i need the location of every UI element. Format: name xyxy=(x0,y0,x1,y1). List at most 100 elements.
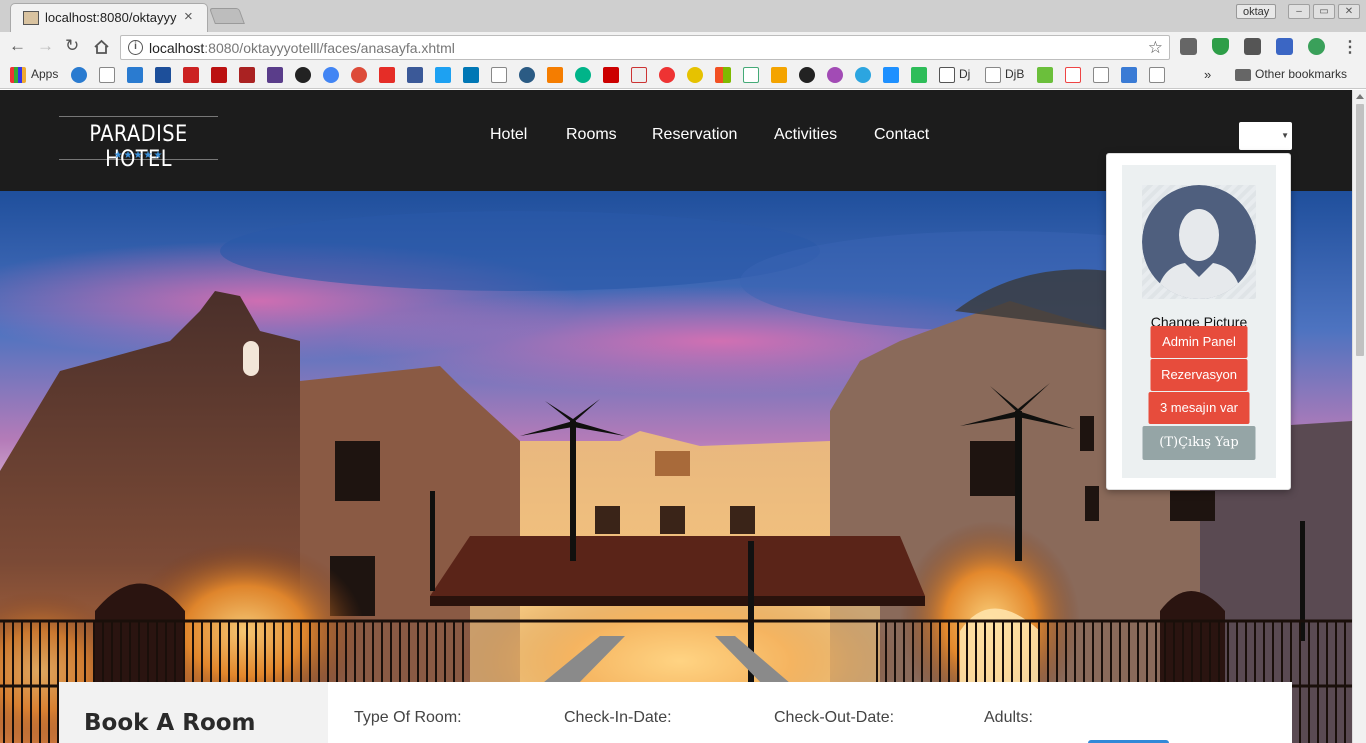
bookmark-17-icon[interactable] xyxy=(883,67,899,83)
bookmark-5-icon[interactable] xyxy=(183,67,199,83)
bookmark-star-icon[interactable]: ☆ xyxy=(1148,38,1163,58)
nav-contact[interactable]: Contact xyxy=(874,126,929,144)
bookmark-6-icon[interactable] xyxy=(211,67,227,83)
bookmark-13-icon[interactable] xyxy=(659,67,675,83)
tab-close-icon[interactable]: × xyxy=(184,8,193,25)
window-close-icon[interactable]: ✕ xyxy=(1338,4,1360,19)
back-icon[interactable]: ← xyxy=(9,36,26,56)
user-dropdown-menu: Change Picture Admin Panel Rezervasyon 3… xyxy=(1106,153,1291,490)
site-info-icon[interactable]: i xyxy=(128,40,143,55)
bookmark-youtube-icon[interactable] xyxy=(379,67,395,83)
forward-icon[interactable]: → xyxy=(37,36,54,56)
logo-text: PARADISE HOTEL xyxy=(89,122,188,172)
bookmark-github-icon[interactable] xyxy=(799,67,815,83)
url-path: :8080/oktayyyotelll/faces/anasayfa.xhtml xyxy=(204,40,455,56)
bookmark-vine-icon[interactable] xyxy=(575,67,591,83)
reservation-button[interactable]: Rezervasyon xyxy=(1150,359,1248,391)
browser-tab[interactable]: localhost:8080/oktayyy × xyxy=(10,3,208,32)
nav-activities[interactable]: Activities xyxy=(774,126,837,144)
bookmark-facebook-icon[interactable] xyxy=(407,67,423,83)
room-type-label: Type Of Room: xyxy=(354,709,462,726)
bookmark-blogger-icon[interactable] xyxy=(547,67,563,83)
bookmark-page-3-icon[interactable] xyxy=(1093,67,1109,83)
avatar-placeholder-icon[interactable] xyxy=(1142,185,1256,299)
minimize-icon[interactable]: – xyxy=(1288,4,1310,19)
url-host: localhost xyxy=(149,40,205,56)
logout-button[interactable]: (T)Çıkış Yap xyxy=(1142,426,1256,460)
bookmark-pma-icon[interactable] xyxy=(771,67,787,83)
bookmark-linkedin-icon[interactable] xyxy=(463,67,479,83)
bookmark-18-icon[interactable] xyxy=(911,67,927,83)
user-card: Change Picture Admin Panel Rezervasyon 3… xyxy=(1122,165,1276,478)
bookmark-page-2-icon[interactable] xyxy=(985,67,1001,83)
user-menu-toggle[interactable]: Oktay ▼ xyxy=(1239,122,1292,150)
bookmark-2-icon[interactable] xyxy=(99,67,115,83)
bookmark-3-icon[interactable] xyxy=(127,67,143,83)
nav-hotel[interactable]: Hotel xyxy=(490,126,527,144)
extension-jb-icon[interactable] xyxy=(1180,38,1197,55)
bookmark-code-icon[interactable] xyxy=(1065,67,1081,83)
page-viewport: PARADISE HOTEL ★★★★★ Hotel Rooms Reserva… xyxy=(0,90,1352,743)
bookmarks-overflow-icon[interactable]: » xyxy=(1204,67,1211,82)
profile-button[interactable]: oktay xyxy=(1236,4,1277,19)
bookmark-4-icon[interactable] xyxy=(155,67,171,83)
bookmark-gplus-icon[interactable] xyxy=(351,67,367,83)
bookmark-14-icon[interactable] xyxy=(687,67,703,83)
extension-shield-icon[interactable] xyxy=(1212,38,1229,55)
admin-panel-button[interactable]: Admin Panel xyxy=(1150,326,1248,358)
bookmark-10-icon[interactable] xyxy=(519,67,535,83)
user-name: Oktay xyxy=(1241,127,1281,144)
bookmark-dj[interactable]: Dj xyxy=(959,67,970,81)
extension-cube-icon[interactable] xyxy=(1276,38,1293,55)
bookmark-9-icon[interactable] xyxy=(295,67,311,83)
browser-toolbar: ← → ↻ i localhost:8080/oktayyyotelll/fac… xyxy=(0,32,1366,62)
extension-globe-icon[interactable] xyxy=(1308,38,1325,55)
tab-title: localhost:8080/oktayyy xyxy=(45,10,177,25)
scroll-up-icon[interactable] xyxy=(1356,94,1364,99)
checkin-date-label: Check-In-Date: xyxy=(564,709,672,726)
bookmark-11-icon[interactable] xyxy=(603,67,619,83)
site-logo[interactable]: PARADISE HOTEL ★★★★★ xyxy=(59,116,218,172)
new-tab-button[interactable] xyxy=(209,8,245,24)
bookmark-apps[interactable]: Apps xyxy=(31,67,58,81)
extension-mail-icon[interactable] xyxy=(1244,38,1261,55)
scrollbar-thumb[interactable] xyxy=(1356,104,1364,356)
page-scrollbar[interactable] xyxy=(1352,90,1366,743)
home-icon[interactable] xyxy=(93,39,110,55)
messages-button[interactable]: 3 mesajın var xyxy=(1148,392,1250,424)
booking-panel: Book A Room Type Of Room: Check-In-Date:… xyxy=(59,682,1292,743)
browser-tab-strip: localhost:8080/oktayyy × oktay – ▭ ✕ xyxy=(0,0,1366,32)
restore-icon[interactable]: ▭ xyxy=(1313,4,1335,19)
address-bar[interactable]: i localhost:8080/oktayyyotelll/faces/ana… xyxy=(120,35,1170,60)
bookmark-page-icon[interactable] xyxy=(491,67,507,83)
adults-label: Adults: xyxy=(984,709,1033,726)
reload-icon[interactable]: ↻ xyxy=(65,36,79,56)
bookmark-telegram-icon[interactable] xyxy=(855,67,871,83)
chevron-down-icon: ▼ xyxy=(1281,131,1289,140)
bookmark-16-icon[interactable] xyxy=(827,67,843,83)
logo-stars: ★★★★★ xyxy=(113,150,164,161)
browser-menu-icon[interactable]: ⋮ xyxy=(1342,37,1358,57)
nav-rooms[interactable]: Rooms xyxy=(566,126,617,144)
bookmark-page-4-icon[interactable] xyxy=(1149,67,1165,83)
page-favicon-icon xyxy=(23,11,39,25)
bookmark-google-icon[interactable] xyxy=(323,67,339,83)
bookmark-1-icon[interactable] xyxy=(71,67,87,83)
bookmark-book-icon[interactable] xyxy=(939,67,955,83)
bookmark-15-icon[interactable] xyxy=(743,67,759,83)
bookmark-other[interactable]: Other bookmarks xyxy=(1255,67,1347,81)
bookmark-8-icon[interactable] xyxy=(267,67,283,83)
booking-title-area: Book A Room xyxy=(59,682,328,743)
nav-reservation[interactable]: Reservation xyxy=(652,126,737,144)
bookmark-microsoft-icon[interactable] xyxy=(715,67,731,83)
url-text: localhost:8080/oktayyyotelll/faces/anasa… xyxy=(149,40,455,56)
bookmark-19-icon[interactable] xyxy=(1037,67,1053,83)
bookmark-djb[interactable]: DjB xyxy=(1005,67,1024,81)
bookmark-7-icon[interactable] xyxy=(239,67,255,83)
bookmark-bus-icon[interactable] xyxy=(1121,67,1137,83)
booking-title: Book A Room xyxy=(84,710,256,736)
bookmark-12-icon[interactable] xyxy=(631,67,647,83)
folder-icon xyxy=(1235,69,1251,81)
apps-grid-icon[interactable] xyxy=(10,67,26,83)
bookmark-twitter-icon[interactable] xyxy=(435,67,451,83)
